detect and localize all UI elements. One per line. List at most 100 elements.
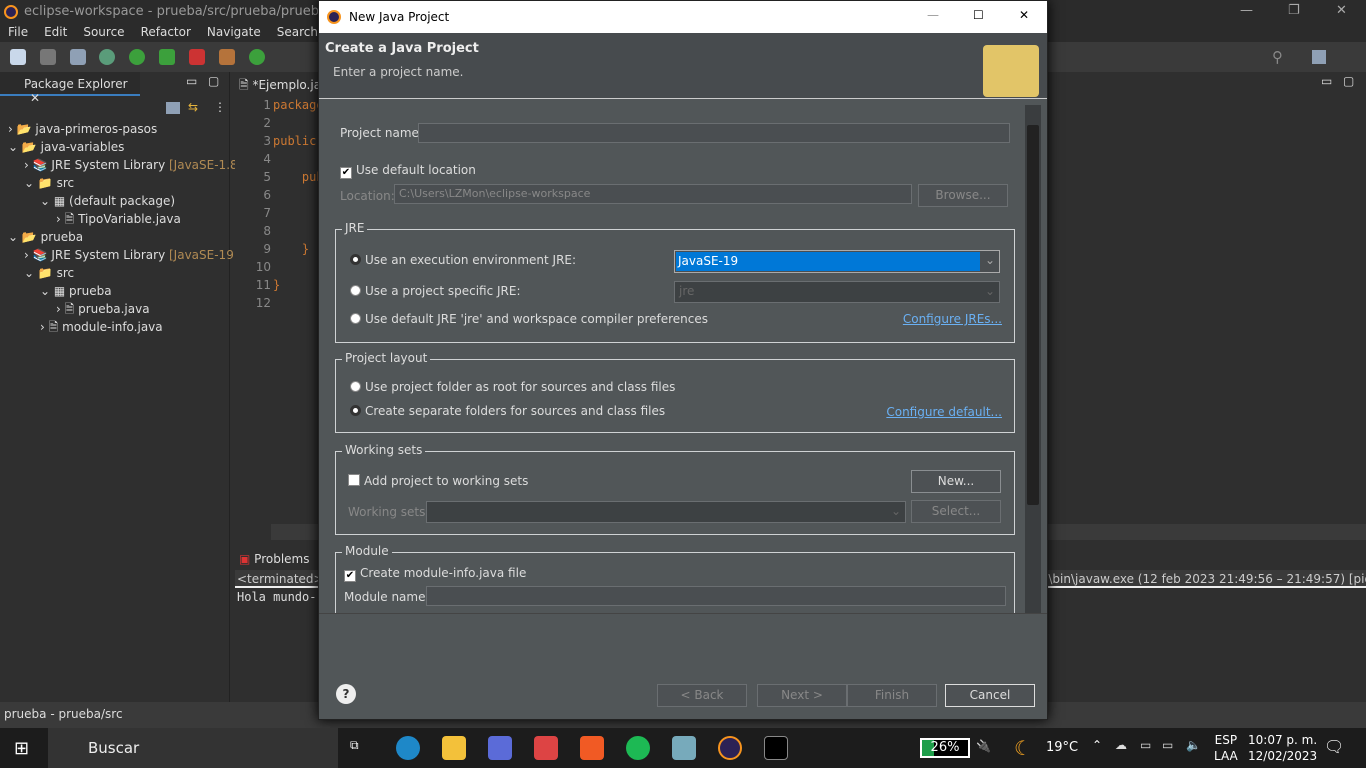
menu-source[interactable]: Source [75,24,132,42]
close-window-button[interactable]: ✕ [1336,3,1347,18]
maximize-window-button[interactable]: ❐ [1288,3,1300,18]
minimize-window-button[interactable]: — [1240,3,1253,18]
create-module-info-checkbox[interactable]: ✔ Create module-info.java file [344,566,526,582]
tree-item[interactable]: ⌄ 📁 src [0,264,242,282]
default-jre-radio[interactable]: Use default JRE 'jre' and workspace comp… [350,312,708,326]
external-tools-icon[interactable] [188,49,205,65]
minimize-icon[interactable]: ▭ [1321,74,1332,88]
brave-icon[interactable] [580,736,604,760]
close-dialog-button[interactable]: ✕ [1019,8,1029,22]
tree-item[interactable]: ⌄ 📂 prueba [0,228,242,246]
chevron-down-icon: ⌄ [890,504,901,518]
help-icon[interactable]: ? [336,684,356,704]
windows-start-icon[interactable]: ⊞ [14,738,29,759]
collapse-all-icon[interactable] [166,102,180,114]
maximize-icon[interactable]: ▢ [208,74,219,88]
tree-item[interactable]: › 📚 JRE System Library [JavaSE-1.8] [0,156,242,174]
code-text[interactable]: package public pub }} [273,96,324,312]
new-working-set-button[interactable]: New... [911,470,1001,493]
chevron-up-icon[interactable]: ⌃ [1092,738,1102,752]
select-working-sets-button[interactable]: Select... [911,500,1001,523]
maximize-dialog-button[interactable]: ☐ [973,8,984,22]
clock[interactable]: 10:07 p. m. 12/02/2023 [1248,732,1317,764]
working-sets-select[interactable]: ⌄ [426,501,906,523]
file-explorer-icon[interactable] [442,736,466,760]
dialog-scrollbar[interactable] [1025,105,1041,613]
tab-problems[interactable]: ▣ Problems [239,552,309,566]
run-icon[interactable] [129,49,146,65]
weather-temp[interactable]: 19°C [1046,740,1078,755]
onedrive-icon[interactable]: ☁ [1115,738,1127,752]
configure-jres-link[interactable]: Configure JREs... [903,312,1002,326]
copilot-icon[interactable] [488,736,512,760]
edge-icon[interactable] [396,736,420,760]
tree-item[interactable]: ⌄ ▦ (default package) [0,192,242,210]
new-icon[interactable] [10,49,26,65]
tree-item[interactable]: › 📂 java-primeros-pasos [0,120,242,138]
volume-icon[interactable]: 🔈 [1186,738,1201,752]
problems-icon: ▣ [239,552,251,566]
execution-environment-select[interactable]: JavaSE-19 ⌄ [674,250,1000,273]
camera-icon[interactable]: ▭ [1140,738,1151,752]
search-icon[interactable]: ⚲ [1272,48,1283,66]
configure-default-link[interactable]: Configure default... [886,405,1002,419]
tab-editor[interactable]: 🗎 *Ejemplo.ja [239,76,321,97]
line-number: 12 [255,296,271,310]
save-all-icon[interactable] [69,49,86,65]
project-folder-root-radio[interactable]: Use project folder as root for sources a… [350,380,675,394]
tree-item[interactable]: › 🗎 module-info.java [0,318,242,336]
battery-indicator[interactable]: 26% [920,738,970,758]
location-input[interactable]: C:\Users\LZMon\eclipse-workspace [394,184,912,204]
new-class-icon[interactable] [248,49,265,65]
add-to-working-sets-checkbox[interactable]: Add project to working sets [348,474,528,488]
tree-item[interactable]: › 📚 JRE System Library [JavaSE-19] [0,246,242,264]
minimize-icon[interactable]: ▭ [186,74,197,88]
browse-button[interactable]: Browse... [918,184,1008,207]
tree-item[interactable]: ⌄ 📂 java-variables [0,138,242,156]
project-specific-jre-select[interactable]: jre ⌄ [674,281,1000,303]
cancel-button[interactable]: Cancel [945,684,1035,707]
maximize-icon[interactable]: ▢ [1343,74,1354,88]
power-icon[interactable]: ▭ [1162,738,1173,752]
new-package-icon[interactable] [218,49,235,65]
back-button[interactable]: < Back [657,684,747,707]
menu-navigate[interactable]: Navigate [199,24,269,42]
separate-folders-radio[interactable]: Create separate folders for sources and … [350,404,665,418]
console-output[interactable]: Hola mundo- [237,590,316,604]
module-name-input[interactable] [426,586,1006,606]
link-editor-icon[interactable]: ⇆ [188,100,198,114]
project-name-input[interactable] [418,123,1010,143]
tree-item[interactable]: › 🗎 TipoVariable.java [0,210,242,228]
moon-weather-icon[interactable]: ☾ [1014,736,1032,760]
language-indicator[interactable]: ESP LAA [1214,732,1238,764]
menu-file[interactable]: File [0,24,36,42]
git-icon[interactable] [534,736,558,760]
debug-icon[interactable] [99,49,116,65]
spotify-icon[interactable] [626,736,650,760]
tree-item[interactable]: ⌄ ▦ prueba [0,282,242,300]
finish-button[interactable]: Finish [847,684,937,707]
project-specific-jre-radio[interactable]: Use a project specific JRE: [350,284,521,298]
use-default-location-checkbox[interactable]: ✔ Use default location [340,163,476,179]
tree-item[interactable]: ⌄ 📁 src [0,174,242,192]
tab-package-explorer[interactable]: Package Explorer ✕ [0,72,140,105]
execution-environment-radio[interactable]: Use an execution environment JRE: [350,253,576,267]
view-menu-icon[interactable]: ⋮ [214,100,226,114]
terminal-icon[interactable] [764,736,788,760]
notes-icon[interactable] [672,736,696,760]
coverage-icon[interactable] [159,49,176,65]
perspective-icon[interactable] [1312,50,1326,64]
eclipse-taskbar-icon[interactable] [718,736,742,760]
chevron-down-icon: ⌄ [984,284,995,298]
save-icon[interactable] [39,49,56,65]
tree-item[interactable]: › 🗎 prueba.java [0,300,242,318]
next-button[interactable]: Next > [757,684,847,707]
notification-icon[interactable]: 🗨 [1324,737,1344,756]
menu-refactor[interactable]: Refactor [133,24,199,42]
close-icon[interactable]: ✕ [30,91,40,105]
minimize-dialog-button[interactable]: — [927,8,939,22]
taskbar-search[interactable]: Buscar [48,728,338,768]
menu-edit[interactable]: Edit [36,24,75,42]
task-view-icon[interactable]: ⧉ [350,738,359,753]
